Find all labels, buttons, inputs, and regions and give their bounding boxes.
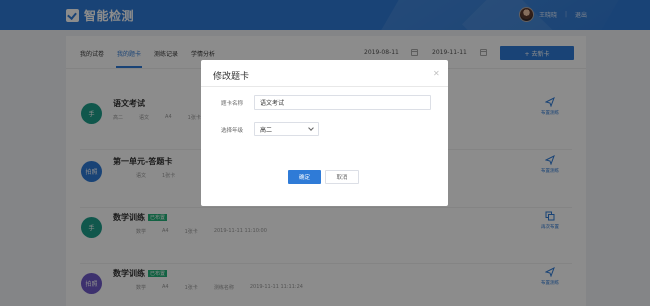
grade-select-value: 高二 (260, 126, 273, 134)
chevron-down-icon (308, 125, 314, 131)
confirm-button[interactable]: 确定 (288, 170, 321, 184)
dialog-title: 修改题卡 (213, 72, 250, 82)
grade-select[interactable]: 高二 (254, 122, 319, 136)
grade-label: 选择年级 (221, 128, 244, 134)
cancel-button[interactable]: 取消 (325, 170, 359, 184)
card-name-label: 题卡名称 (221, 101, 244, 107)
card-name-input[interactable] (254, 95, 431, 110)
divider (201, 86, 448, 87)
edit-card-dialog: 修改题卡 ✕ 题卡名称 选择年级 高二 确定 取消 (201, 60, 448, 206)
close-icon[interactable]: ✕ (433, 69, 440, 78)
